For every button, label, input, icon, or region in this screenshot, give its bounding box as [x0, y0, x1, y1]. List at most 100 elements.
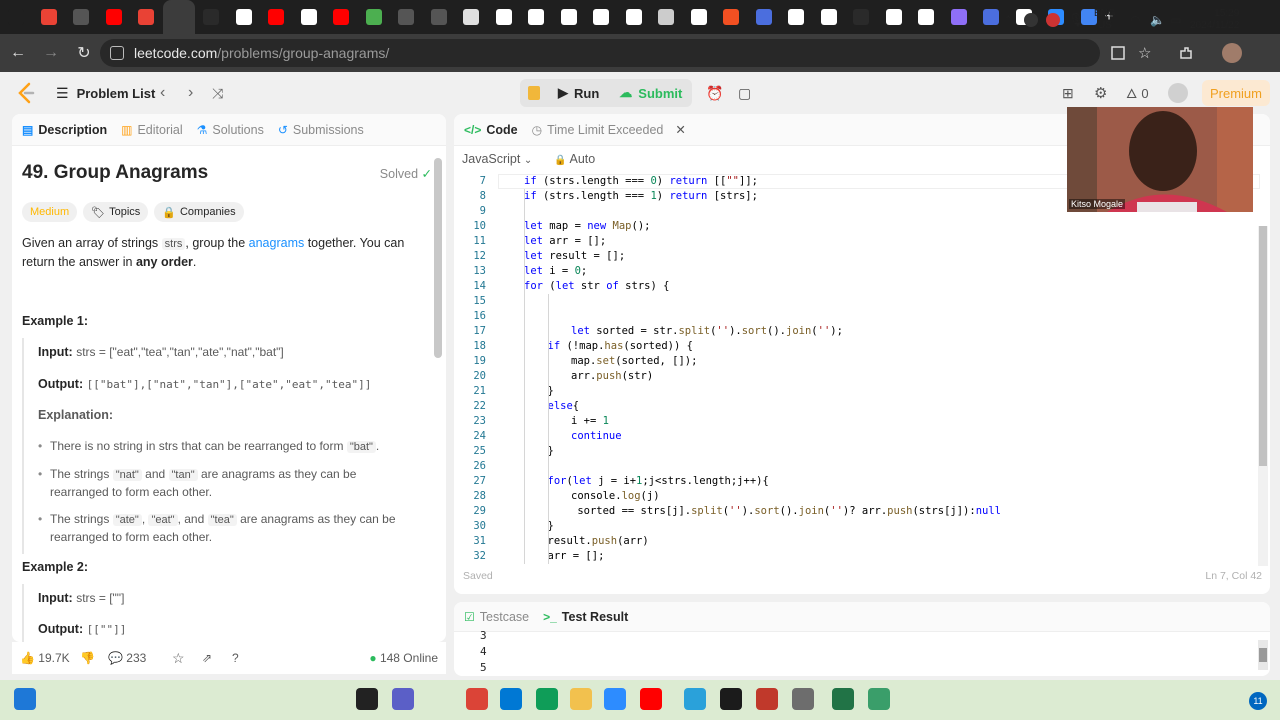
wifi-icon[interactable]: ◠ — [1130, 0, 1140, 40]
anagrams-link[interactable]: anagrams — [249, 236, 305, 250]
browser-tab[interactable] — [423, 0, 456, 34]
shuffle-icon[interactable]: ⤨ — [212, 72, 223, 114]
browser-tab[interactable] — [585, 0, 618, 34]
browser-tab[interactable] — [455, 0, 488, 34]
browser-tab[interactable] — [325, 0, 358, 34]
browser-tab[interactable] — [975, 0, 1008, 34]
explorer-icon[interactable] — [570, 688, 592, 710]
difficulty-chip[interactable]: Medium — [22, 202, 78, 222]
thumbs-down-icon[interactable]: 👎 — [80, 651, 95, 665]
browser-tab[interactable] — [553, 0, 586, 34]
help-icon[interactable]: ? — [232, 651, 239, 665]
note-icon[interactable]: ▢ — [738, 72, 751, 114]
close-tab-icon[interactable]: ✕ — [675, 122, 685, 137]
browser-tab[interactable] — [33, 0, 66, 34]
submit-button[interactable]: ☁ Submit — [609, 79, 692, 107]
tray-app-icon[interactable] — [1046, 0, 1060, 40]
start-icon[interactable] — [14, 688, 36, 710]
browser-tab[interactable] — [488, 0, 521, 34]
browser-tab[interactable] — [910, 0, 943, 34]
maps-icon[interactable] — [868, 688, 890, 710]
search-icon[interactable] — [356, 688, 378, 710]
microphone-icon[interactable]: 🎙 — [1068, 0, 1085, 40]
browser-tab[interactable] — [715, 0, 748, 34]
language-select[interactable]: JavaScript ⌄ — [462, 152, 532, 166]
site-info-icon[interactable] — [110, 46, 124, 60]
browser-tab[interactable] — [943, 0, 976, 34]
tab-testcase[interactable]: ☑ Testcase — [464, 610, 529, 624]
leetcode-logo-icon[interactable] — [16, 82, 36, 104]
reload-icon[interactable]: ↻ — [69, 38, 99, 68]
browser-tab[interactable] — [618, 0, 651, 34]
browser-tab[interactable] — [878, 0, 911, 34]
url-omnibox[interactable]: leetcode.com/problems/group-anagrams/ — [100, 39, 1100, 67]
browser-tab[interactable] — [520, 0, 553, 34]
prev-problem-icon[interactable]: ‹ — [160, 72, 165, 114]
timer-icon[interactable]: ⏰ — [706, 72, 723, 114]
premium-button[interactable]: Premium — [1202, 80, 1270, 106]
like-button[interactable]: 👍 19.7K — [20, 651, 70, 665]
chrome-profile-icon[interactable] — [536, 688, 558, 710]
language-indicator[interactable]: ENG US — [1094, 0, 1116, 40]
tab-code[interactable]: </> Code — [464, 123, 518, 137]
tab-editorial[interactable]: ▥ Editorial — [121, 123, 183, 137]
run-button[interactable]: ▶ Run — [548, 79, 609, 107]
back-arrow-icon[interactable]: ← — [3, 38, 33, 68]
tab-submissions[interactable]: ↺ Submissions — [278, 123, 364, 137]
vscode-icon[interactable] — [500, 688, 522, 710]
notification-badge[interactable]: 11 — [1249, 692, 1267, 710]
description-scrollbar[interactable] — [434, 154, 442, 634]
browser-tab[interactable] — [65, 0, 98, 34]
calculator-icon[interactable] — [792, 688, 814, 710]
mode-toggle[interactable]: 🔒 Auto — [554, 152, 595, 166]
browser-tab[interactable] — [130, 0, 163, 34]
browser-tab[interactable] — [845, 0, 878, 34]
zoom-icon[interactable] — [604, 688, 626, 710]
browser-tab[interactable] — [0, 0, 33, 34]
next-problem-icon[interactable]: › — [188, 72, 193, 114]
browser-tab[interactable] — [358, 0, 391, 34]
browser-tab[interactable] — [195, 0, 228, 34]
browser-tab[interactable] — [260, 0, 293, 34]
tab-test-result[interactable]: >_ Test Result — [543, 610, 628, 624]
problem-list-link[interactable]: ☰ Problem List — [56, 72, 155, 114]
comments-button[interactable]: 💬 233 — [108, 651, 146, 665]
browser-tab[interactable] — [650, 0, 683, 34]
telegram-icon[interactable] — [684, 688, 706, 710]
browser-tab[interactable] — [293, 0, 326, 34]
test-scrollbar[interactable] — [1258, 640, 1268, 670]
chrome-icon[interactable] — [466, 688, 488, 710]
app-icon[interactable] — [756, 688, 778, 710]
favorite-star-icon[interactable]: ☆ — [172, 650, 185, 667]
battery-icon[interactable]: ▭ — [1170, 0, 1181, 40]
browser-tab[interactable] — [683, 0, 716, 34]
description-scroll-thumb[interactable] — [434, 158, 442, 358]
terminal-icon[interactable] — [720, 688, 742, 710]
browser-tab[interactable] — [98, 0, 131, 34]
tray-up-icon[interactable]: ⌃ — [1004, 0, 1012, 40]
browser-tab[interactable] — [813, 0, 846, 34]
youtube-icon[interactable] — [640, 688, 662, 710]
clock[interactable]: 15:29 2024/11/22 — [1190, 0, 1239, 40]
topics-chip[interactable]: 🏷 Topics — [83, 202, 149, 222]
chat-icon[interactable] — [392, 688, 414, 710]
browser-tab[interactable] — [748, 0, 781, 34]
excel-icon[interactable] — [832, 688, 854, 710]
debug-icon[interactable] — [520, 79, 548, 107]
share-icon[interactable]: ⇗ — [202, 651, 212, 665]
browser-tab[interactable] — [390, 0, 423, 34]
browser-tab[interactable] — [228, 0, 261, 34]
code-editor[interactable]: 7 if (strs.length === 0) return [[""]]; 8 i… — [454, 174, 1260, 564]
browser-tab[interactable] — [780, 0, 813, 34]
tab-description[interactable]: ▤ Description — [22, 123, 107, 137]
volume-icon[interactable]: 🔈 — [1150, 0, 1165, 40]
editor-scrollbar[interactable] — [1258, 226, 1268, 566]
tray-app-icon[interactable] — [1024, 0, 1038, 40]
companies-chip[interactable]: 🔒 Companies — [154, 202, 244, 222]
editor-scroll-thumb[interactable] — [1259, 226, 1267, 466]
forward-arrow-icon[interactable]: → — [36, 38, 66, 68]
tab-solutions[interactable]: ⚗ Solutions — [197, 123, 264, 137]
browser-tab[interactable] — [162, 0, 195, 34]
test-scroll-thumb[interactable] — [1259, 648, 1267, 662]
tab-time-limit[interactable]: ◷ Time Limit Exceeded ✕ — [532, 122, 686, 138]
